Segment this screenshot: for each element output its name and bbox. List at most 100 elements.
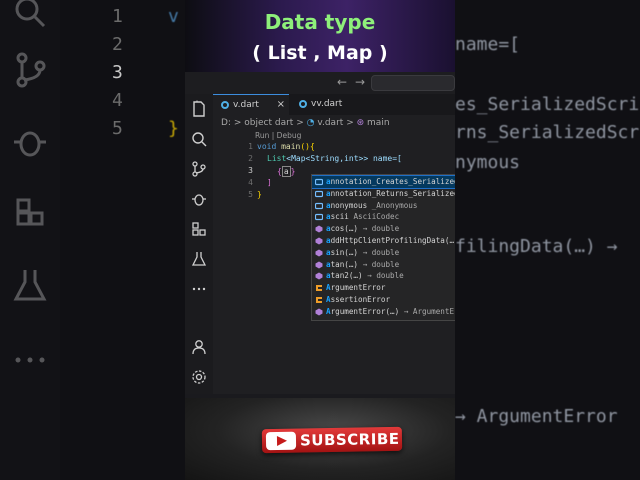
breadcrumb-symbol[interactable]: main bbox=[367, 118, 390, 128]
breadcrumb-separator: > bbox=[296, 118, 304, 128]
code-text: <Map<String,int>> name=[ bbox=[286, 154, 402, 163]
bg-code-fragment: filingData(…) → bbox=[455, 236, 618, 257]
tab-v-dart[interactable]: v.dart × bbox=[213, 94, 289, 115]
text-cursor-input[interactable]: a bbox=[281, 166, 291, 177]
suggestion-item[interactable]: annotation_Returns_SerializedScr bbox=[312, 188, 455, 200]
line-number: 3 bbox=[248, 166, 253, 175]
bg-line-number: 4 bbox=[112, 90, 123, 111]
symbol-method-icon bbox=[315, 237, 323, 245]
code-brace: } bbox=[290, 167, 296, 176]
title-banner: Data type ( List , Map ) bbox=[185, 0, 455, 72]
code-line[interactable]: {a} bbox=[277, 166, 295, 177]
extensions-icon-bg bbox=[16, 198, 44, 226]
suggestion-item[interactable]: acos(…) → double bbox=[312, 223, 455, 235]
symbol-variable-icon bbox=[314, 190, 324, 198]
bg-code-fragment: } bbox=[168, 118, 179, 139]
testing-icon-bg bbox=[13, 270, 47, 301]
subscribe-overlay: SUBSCRIBE bbox=[185, 398, 455, 480]
bg-code-fragment: rns_SerializedScr bbox=[455, 122, 640, 143]
source-control-icon-bg bbox=[16, 52, 46, 88]
suggestion-item[interactable]: ascii AsciiCodec bbox=[312, 211, 455, 223]
suggestion-detail: → ArgumentError bbox=[403, 306, 455, 316]
search-icon-bg bbox=[15, 0, 46, 28]
extensions-icon[interactable] bbox=[190, 220, 208, 238]
bg-line-number: 3 bbox=[112, 62, 123, 83]
symbol-method-icon bbox=[315, 225, 323, 233]
autocomplete-suggestions: annotation_Creates_SerializedScrannotati… bbox=[311, 174, 455, 321]
symbol-variable-icon bbox=[314, 213, 324, 221]
suggestion-item[interactable]: AssertionError bbox=[312, 294, 455, 306]
suggestion-detail: → double bbox=[362, 259, 400, 269]
suggestion-detail: → double bbox=[367, 271, 404, 281]
source-control-icon[interactable] bbox=[190, 160, 208, 178]
subscribe-label: SUBSCRIBE bbox=[299, 429, 400, 450]
suggestion-item[interactable]: ArgumentError bbox=[312, 282, 455, 294]
run-debug-icon[interactable] bbox=[190, 190, 208, 208]
symbol-method-icon bbox=[315, 308, 323, 316]
suggestion-item[interactable]: annotation_Creates_SerializedScr bbox=[312, 175, 455, 189]
bg-code-fragment: nymous bbox=[455, 152, 521, 173]
suggestion-label: tan2(…) bbox=[330, 271, 363, 281]
code-keyword: void bbox=[257, 142, 277, 151]
code-text: (){ bbox=[300, 142, 315, 151]
code-line[interactable]: List<Map<String,int>> name=[ bbox=[267, 154, 402, 163]
suggestion-item[interactable]: atan2(…) → double bbox=[312, 270, 455, 282]
suggestion-detail: → double bbox=[362, 224, 400, 234]
symbol-class-icon bbox=[315, 284, 323, 292]
tab-label: v.dart bbox=[233, 100, 259, 110]
tab-vv-dart[interactable]: vv.dart bbox=[291, 94, 361, 115]
editor-pane: v.dart × vv.dart D: > object dart > ◔ v.… bbox=[213, 94, 455, 480]
breadcrumb-file[interactable]: v.dart bbox=[317, 118, 343, 128]
banner-title: Data type bbox=[264, 10, 376, 34]
explorer-icon[interactable] bbox=[190, 100, 208, 118]
subscribe-button[interactable]: SUBSCRIBE bbox=[261, 426, 403, 454]
suggestion-item[interactable]: ArgumentError(…) → ArgumentError bbox=[312, 306, 455, 318]
youtube-logo-icon bbox=[265, 431, 297, 451]
settings-gear-icon[interactable] bbox=[190, 368, 208, 386]
more-icon[interactable] bbox=[190, 280, 208, 298]
close-icon[interactable]: × bbox=[277, 99, 285, 110]
tab-label: vv.dart bbox=[311, 99, 343, 109]
symbol-variable-icon bbox=[314, 202, 324, 210]
bg-line-number: 5 bbox=[112, 118, 123, 139]
suggestion-item[interactable]: atan(…) → double bbox=[312, 259, 455, 271]
back-arrow-icon[interactable]: ← bbox=[337, 75, 347, 89]
testing-icon[interactable] bbox=[190, 250, 208, 268]
code-line[interactable]: } bbox=[257, 190, 262, 199]
suggestion-detail: _Anonymous bbox=[371, 200, 418, 210]
bg-line-number: 2 bbox=[112, 34, 123, 55]
symbol-class-icon bbox=[315, 296, 323, 304]
forward-arrow-icon[interactable]: → bbox=[355, 75, 365, 89]
background-activity-bar bbox=[0, 0, 60, 480]
account-icon[interactable] bbox=[190, 338, 208, 356]
line-number: 2 bbox=[248, 154, 253, 163]
dart-file-icon: ◔ bbox=[306, 118, 315, 128]
search-icon[interactable] bbox=[190, 130, 208, 148]
suggestion-label: cos(…) bbox=[330, 224, 359, 234]
codelens-run-debug[interactable]: Run | Debug bbox=[255, 131, 301, 140]
suggestion-item[interactable]: anonymous _Anonymous bbox=[312, 200, 455, 212]
symbol-variable-icon bbox=[314, 178, 324, 186]
bg-code-fragment: → ArgumentError bbox=[455, 406, 618, 427]
suggestion-label: ssertionError bbox=[330, 295, 391, 304]
symbol-method-icon: ⊛ bbox=[356, 118, 365, 128]
activity-bar bbox=[185, 94, 213, 394]
suggestion-label: rgumentError bbox=[330, 283, 386, 293]
suggestion-label: sin(…) bbox=[330, 247, 359, 257]
breadcrumb-folder[interactable]: object dart bbox=[244, 118, 293, 128]
code-function: main bbox=[281, 142, 301, 151]
symbol-method-icon bbox=[315, 272, 323, 280]
short-video-frame: Data type ( List , Map ) ← → v.dart × vv… bbox=[185, 0, 455, 480]
debug-icon-bg bbox=[14, 131, 46, 157]
suggestion-item[interactable]: addHttpClientProfilingData(…) → bbox=[312, 235, 455, 247]
breadcrumb-drive[interactable]: D: bbox=[221, 118, 231, 128]
symbol-method-icon bbox=[315, 249, 323, 257]
bg-code-fragment: name=[ bbox=[455, 34, 521, 55]
code-type: List bbox=[267, 154, 287, 163]
editor-tabs: v.dart × vv.dart bbox=[213, 94, 455, 115]
code-line[interactable]: void main(){ bbox=[257, 142, 315, 151]
suggestion-item[interactable]: asin(…) → double bbox=[312, 247, 455, 259]
command-center-search[interactable] bbox=[371, 75, 455, 91]
suggestion-label: tan(…) bbox=[330, 259, 359, 269]
code-line[interactable]: ] bbox=[267, 178, 272, 187]
